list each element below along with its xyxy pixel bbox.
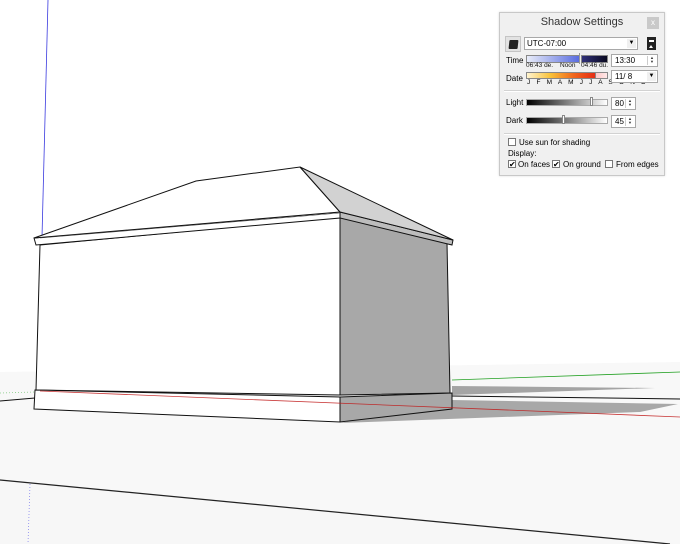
divider xyxy=(504,90,660,92)
time-label: Time xyxy=(506,56,524,65)
light-label: Light xyxy=(506,98,524,107)
toggle-shadows-button[interactable] xyxy=(505,36,521,52)
front-wall[interactable] xyxy=(35,216,341,396)
dark-slider[interactable] xyxy=(526,117,608,124)
divider xyxy=(504,133,660,135)
time-spinner[interactable]: ▲ ▼ xyxy=(647,56,656,65)
dark-input[interactable]: 45 ▲ ▼ xyxy=(611,115,636,128)
dark-spinner[interactable]: ▲ ▼ xyxy=(625,117,634,126)
from-edges-checkbox[interactable] xyxy=(605,160,613,168)
chevron-down-icon[interactable]: ▼ xyxy=(647,72,656,81)
sunset-label: 04:46 du. xyxy=(581,62,609,69)
noon-label: Noon xyxy=(560,62,576,69)
date-label: Date xyxy=(506,74,523,83)
on-faces-checkbox[interactable]: ✔ xyxy=(508,160,516,169)
on-faces-label: On faces xyxy=(518,160,551,169)
use-sun-checkbox[interactable] xyxy=(508,138,516,146)
light-input[interactable]: 80 ▲ ▼ xyxy=(611,97,636,110)
expand-collapse-button[interactable] xyxy=(647,37,656,50)
spin-down-icon[interactable]: ▼ xyxy=(648,60,656,64)
side-wall[interactable] xyxy=(339,216,451,396)
panel-toggle-icon xyxy=(649,40,654,42)
date-select[interactable]: 11/ 8 ▼ xyxy=(611,70,658,83)
light-slider-thumb[interactable] xyxy=(590,97,593,106)
timezone-select[interactable]: UTC-07:00 ▼ xyxy=(524,37,638,50)
chevron-down-icon[interactable]: ▼ xyxy=(627,39,636,48)
shadow-toggle-icon xyxy=(508,40,519,49)
dark-slider-thumb[interactable] xyxy=(562,115,565,124)
spin-down-icon[interactable]: ▼ xyxy=(626,103,634,107)
time-slider-marker[interactable] xyxy=(579,53,580,64)
display-label: Display: xyxy=(508,149,537,158)
light-value: 80 xyxy=(615,99,624,108)
from-edges-label: From edges xyxy=(616,160,659,169)
dark-label: Dark xyxy=(506,116,523,125)
on-ground-label: On ground xyxy=(563,160,601,169)
time-input[interactable]: 13:30 ▲ ▼ xyxy=(611,54,658,67)
close-button[interactable]: x xyxy=(647,17,659,29)
use-sun-label: Use sun for shading xyxy=(519,138,591,147)
spin-down-icon[interactable]: ▼ xyxy=(626,121,634,125)
sunrise-label: 06:43 de. xyxy=(526,62,554,69)
time-value: 13:30 xyxy=(615,56,636,65)
on-ground-checkbox[interactable]: ✔ xyxy=(552,160,560,169)
date-slider-tail[interactable] xyxy=(595,72,608,79)
light-spinner[interactable]: ▲ ▼ xyxy=(625,99,634,108)
date-slider[interactable] xyxy=(526,72,606,79)
dark-value: 45 xyxy=(615,117,624,126)
panel-title: Shadow Settings xyxy=(540,16,624,28)
shadow-settings-panel: Shadow Settings x UTC-07:00 ▼ Time 06:43… xyxy=(499,12,665,176)
date-value: 11/ 8 xyxy=(615,72,633,81)
light-slider[interactable] xyxy=(526,99,608,106)
timezone-value: UTC-07:00 xyxy=(527,39,567,48)
